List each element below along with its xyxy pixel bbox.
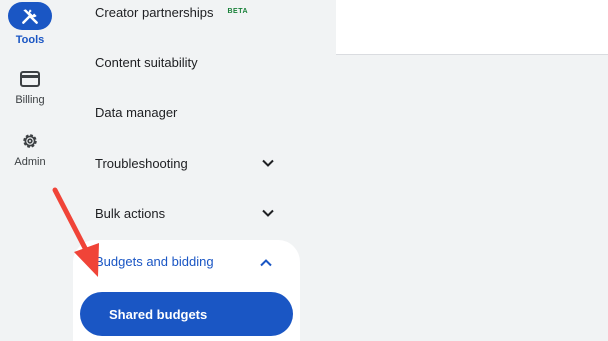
menu-item-troubleshooting[interactable]: Troubleshooting [73,143,305,183]
rail-item-admin[interactable]: Admin [0,130,60,168]
menu-label-shared-budgets: Shared budgets [109,306,208,322]
beta-badge: BETA [227,7,249,15]
menu-label-content-suitability: Content suitability [95,54,198,70]
menu-group-title-budgets-and-bidding[interactable]: Budgets and bidding [95,254,214,269]
rail-label-admin: Admin [14,156,46,168]
menu-item-shared-budgets[interactable]: Shared budgets [80,292,293,336]
menu-label-data-manager: Data manager [95,104,178,120]
rail-item-billing[interactable]: Billing [0,68,60,106]
gear-icon [8,130,52,152]
menu-label-creator-partnerships: Creator partnerships [95,4,214,20]
navigation-rail: Tools Billing Admin [0,0,60,341]
tools-icon [8,2,52,30]
menu-label-bulk-actions: Bulk actions [95,205,166,221]
billing-card-icon [8,68,52,90]
content-panel [336,0,608,55]
rail-label-billing: Billing [15,94,45,106]
rail-item-tools[interactable]: Tools [0,2,60,46]
menu-item-bulk-actions[interactable]: Bulk actions [73,193,305,233]
menu-label-troubleshooting: Troubleshooting [95,155,188,171]
rail-label-tools: Tools [15,34,45,46]
menu-item-creator-partnerships[interactable]: Creator partnerships BETA [73,0,305,32]
menu-item-data-manager[interactable]: Data manager [73,92,305,132]
chevron-down-icon [262,209,274,217]
chevron-down-icon [262,159,274,167]
menu-item-content-suitability[interactable]: Content suitability [73,42,305,82]
chevron-up-icon[interactable] [259,256,273,270]
menu-group-budgets-and-bidding: Budgets and bidding Shared budgets [73,240,300,341]
